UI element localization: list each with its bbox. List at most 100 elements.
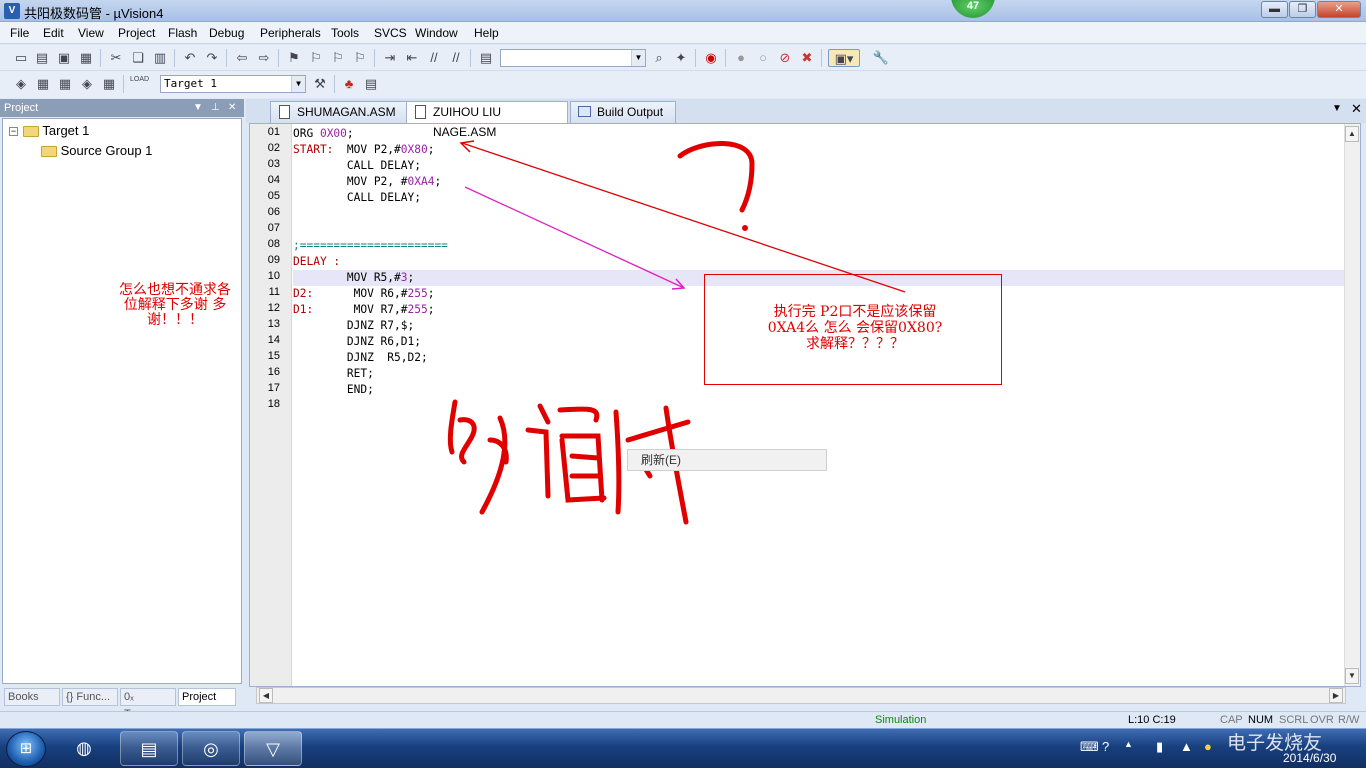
clear-bookmarks-icon[interactable]: ⚐	[351, 49, 369, 67]
tab-functions[interactable]: {} Func...	[62, 688, 118, 706]
pin-icon[interactable]: ⊥	[211, 99, 220, 117]
pane-menu-icon[interactable]: ▼	[193, 99, 203, 117]
nav-forward-icon[interactable]: ⇨	[255, 49, 273, 67]
tree-item-source-group[interactable]: Source Group 1	[41, 143, 152, 158]
next-bookmark-icon[interactable]: ⚐	[329, 49, 347, 67]
menu-window[interactable]: Window	[415, 26, 458, 40]
code-line[interactable]	[293, 206, 1293, 222]
find-icon[interactable]: ⌕	[650, 49, 668, 67]
debug-session-icon[interactable]: ◉	[702, 49, 720, 67]
horizontal-scrollbar[interactable]: ◀ ▶	[256, 687, 1346, 704]
unindent-icon[interactable]: ⇤	[403, 49, 421, 67]
code-line[interactable]: DELAY :	[293, 254, 1293, 270]
menu-tools[interactable]: Tools	[331, 26, 359, 40]
menu-flash[interactable]: Flash	[168, 26, 197, 40]
kill-breakpoints-icon[interactable]: ✖	[798, 49, 816, 67]
enable-breakpoint-icon[interactable]: ○	[754, 49, 772, 67]
load-icon[interactable]: LOAD	[130, 75, 149, 93]
pane-close-icon[interactable]: ✕	[228, 99, 236, 117]
tab-zuihou-liu-nage-asm[interactable]: ZUIHOU LIU NAGE.ASM	[406, 101, 568, 139]
uvision-task-icon[interactable]: ▽	[244, 731, 302, 766]
configure-icon[interactable]: 🔧	[872, 49, 890, 67]
menu-svcs[interactable]: SVCS	[374, 26, 407, 40]
start-button[interactable]: ⊞	[6, 731, 46, 767]
code-line[interactable]	[293, 398, 1293, 414]
code-line[interactable]	[293, 222, 1293, 238]
uvision-app-icon[interactable]: V	[4, 3, 20, 19]
undo-icon[interactable]: ↶	[181, 49, 199, 67]
menu-view[interactable]: View	[78, 26, 104, 40]
tab-templates[interactable]: 0ₓ Temp...	[120, 688, 176, 720]
menu-help[interactable]: Help	[474, 26, 499, 40]
new-file-icon[interactable]: ▭	[12, 49, 30, 67]
cut-icon[interactable]: ✂	[107, 49, 125, 67]
help-icon[interactable]: ?	[1102, 739, 1109, 754]
save-icon[interactable]: ▣	[55, 49, 73, 67]
code-line[interactable]: ;======================	[293, 238, 1293, 254]
menu-debug[interactable]: Debug	[209, 26, 244, 40]
keyboard-icon[interactable]: ⌨	[1080, 739, 1099, 755]
target-options-icon[interactable]: ⚒	[311, 75, 329, 93]
scroll-left-icon[interactable]: ◀	[259, 688, 273, 703]
notification-badge[interactable]: 47	[951, 0, 995, 18]
menu-project[interactable]: Project	[118, 26, 155, 40]
maximize-button[interactable]: ❐	[1289, 1, 1316, 18]
uncomment-icon[interactable]: //	[447, 49, 465, 67]
disable-breakpoints-icon[interactable]: ⊘	[776, 49, 794, 67]
incremental-find-icon[interactable]: ✦	[672, 49, 690, 67]
find-in-files-icon[interactable]: ▤	[477, 49, 495, 67]
tab-books[interactable]: Books	[4, 688, 60, 706]
tab-build-output[interactable]: Build Output	[570, 101, 676, 123]
chevron-down-icon[interactable]: ▼	[631, 50, 645, 66]
target-combo[interactable]: Target 1 ▼	[160, 75, 306, 93]
vertical-scrollbar[interactable]: ▲ ▼	[1344, 124, 1360, 686]
batch-build-icon[interactable]: ◈	[78, 75, 96, 93]
close-tab-icon[interactable]: ✕	[1351, 101, 1362, 117]
copy-icon[interactable]: ❏	[129, 49, 147, 67]
manage-components-icon[interactable]: ♣	[340, 75, 358, 93]
open-folder-icon[interactable]: ▤	[33, 49, 51, 67]
tab-project[interactable]: Project	[178, 688, 236, 706]
close-button[interactable]: ✕	[1317, 1, 1361, 18]
bookmark-icon[interactable]: ⚑	[285, 49, 303, 67]
menu-edit[interactable]: Edit	[43, 26, 64, 40]
rebuild-icon[interactable]: ▦	[56, 75, 74, 93]
find-combo[interactable]: ▼	[500, 49, 646, 67]
battery-icon[interactable]: ▮	[1156, 739, 1163, 755]
select-packet-icon[interactable]: ▤	[362, 75, 380, 93]
menu-peripherals[interactable]: Peripherals	[260, 26, 321, 40]
explorer-icon[interactable]: ▤	[120, 731, 178, 766]
stop-build-icon[interactable]: ▦	[100, 75, 118, 93]
scroll-up-icon[interactable]: ▲	[1345, 126, 1359, 142]
scroll-right-icon[interactable]: ▶	[1329, 688, 1343, 703]
tree-item-target[interactable]: Target 1	[23, 123, 89, 138]
code-line[interactable]: CALL DELAY;	[293, 190, 1293, 206]
translate-icon[interactable]: ◈	[12, 75, 30, 93]
tray-expand-icon[interactable]: ▲	[1124, 739, 1133, 749]
tree-collapse-icon[interactable]: −	[9, 127, 18, 136]
tab-list-icon[interactable]: ▼	[1332, 103, 1342, 114]
menu-file[interactable]: File	[10, 26, 29, 40]
security-icon[interactable]: ●	[1204, 739, 1212, 754]
indent-icon[interactable]: ⇥	[381, 49, 399, 67]
nav-back-icon[interactable]: ⇦	[233, 49, 251, 67]
redo-icon[interactable]: ↷	[203, 49, 221, 67]
breakpoint-icon[interactable]: ●	[732, 49, 750, 67]
scroll-down-icon[interactable]: ▼	[1345, 668, 1359, 684]
paste-icon[interactable]: ▥	[151, 49, 169, 67]
network-icon[interactable]: ▲	[1180, 739, 1193, 754]
media-player-icon[interactable]: ◍	[56, 731, 112, 766]
context-menu-refresh[interactable]: 刷新(E)	[627, 449, 827, 471]
code-editor[interactable]: 01 02 03 04 05 06 07 08 09 10 11 12 13 1…	[249, 123, 1361, 687]
prev-bookmark-icon[interactable]: ⚐	[307, 49, 325, 67]
code-line[interactable]: MOV P2, #0XA4;	[293, 174, 1293, 190]
comment-icon[interactable]: //	[425, 49, 443, 67]
window-layout-icon[interactable]: ▣▾	[828, 49, 860, 67]
tab-shumagan-asm[interactable]: SHUMAGAN.ASM	[270, 101, 416, 123]
minimize-button[interactable]: ▬	[1261, 1, 1288, 18]
code-line[interactable]: CALL DELAY;	[293, 158, 1293, 174]
build-icon[interactable]: ▦	[34, 75, 52, 93]
code-line[interactable]: START: MOV P2,#0X80;	[293, 142, 1293, 158]
browser-icon[interactable]: ◎	[182, 731, 240, 766]
save-all-icon[interactable]: ▦	[77, 49, 95, 67]
